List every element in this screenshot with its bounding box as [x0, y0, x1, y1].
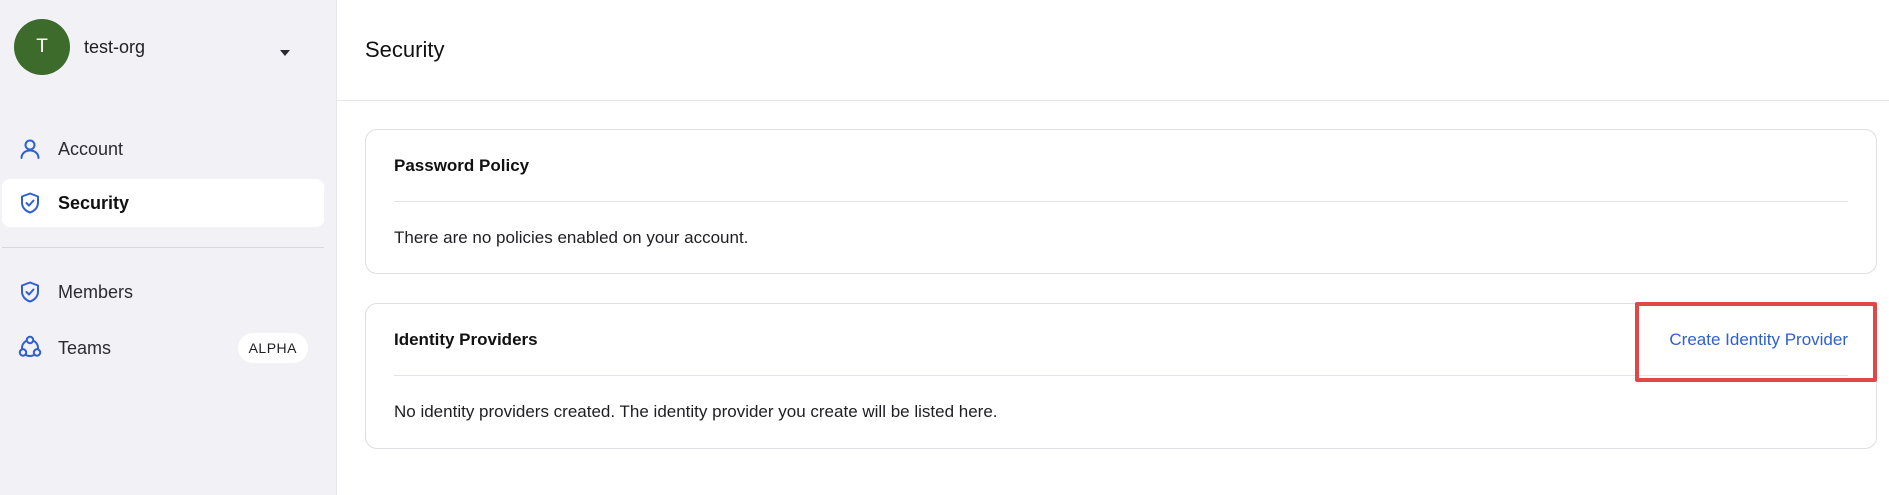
card-message: There are no policies enabled on your ac…: [394, 228, 749, 247]
sidebar-divider: [2, 247, 324, 248]
app-root: T test-org Account Security Members Team…: [0, 0, 1889, 495]
org-name: test-org: [84, 36, 146, 57]
sidebar-item-label: Members: [58, 281, 134, 302]
sidebar-item-label: Teams: [58, 337, 112, 358]
card-message: No identity providers created. The ident…: [394, 402, 998, 421]
page-title: Security: [365, 37, 445, 62]
password-policy-card: Password Policy There are no policies en…: [365, 129, 1877, 274]
user-icon: [16, 135, 44, 163]
sidebar-item-label: Account: [58, 138, 124, 159]
sidebar-item-label: Security: [58, 192, 130, 213]
card-title: Password Policy: [394, 155, 530, 175]
team-icon: [16, 334, 44, 362]
sidebar-item-account[interactable]: Account: [2, 125, 324, 173]
shield-check-icon: [16, 189, 44, 217]
sidebar-item-security[interactable]: Security: [2, 179, 324, 227]
card-header: Identity Providers Create Identity Provi…: [394, 304, 1848, 376]
caret-down-icon[interactable]: [279, 44, 291, 62]
alpha-badge: ALPHA: [237, 333, 308, 363]
card-header: Password Policy: [394, 130, 1848, 202]
avatar: T: [14, 19, 70, 75]
identity-providers-card: Identity Providers Create Identity Provi…: [365, 303, 1877, 449]
page-header: Security: [337, 0, 1889, 101]
sidebar: T test-org Account Security Members Team…: [0, 0, 337, 495]
create-identity-provider-button[interactable]: Create Identity Provider: [1669, 320, 1848, 360]
shield-check-icon: [16, 278, 44, 306]
sidebar-item-members[interactable]: Members: [2, 268, 324, 316]
org-switcher[interactable]: T test-org: [14, 18, 311, 76]
sidebar-item-teams[interactable]: Teams ALPHA: [2, 324, 324, 372]
card-title: Identity Providers: [394, 329, 538, 349]
main-content: Security Password Policy There are no po…: [337, 0, 1889, 495]
